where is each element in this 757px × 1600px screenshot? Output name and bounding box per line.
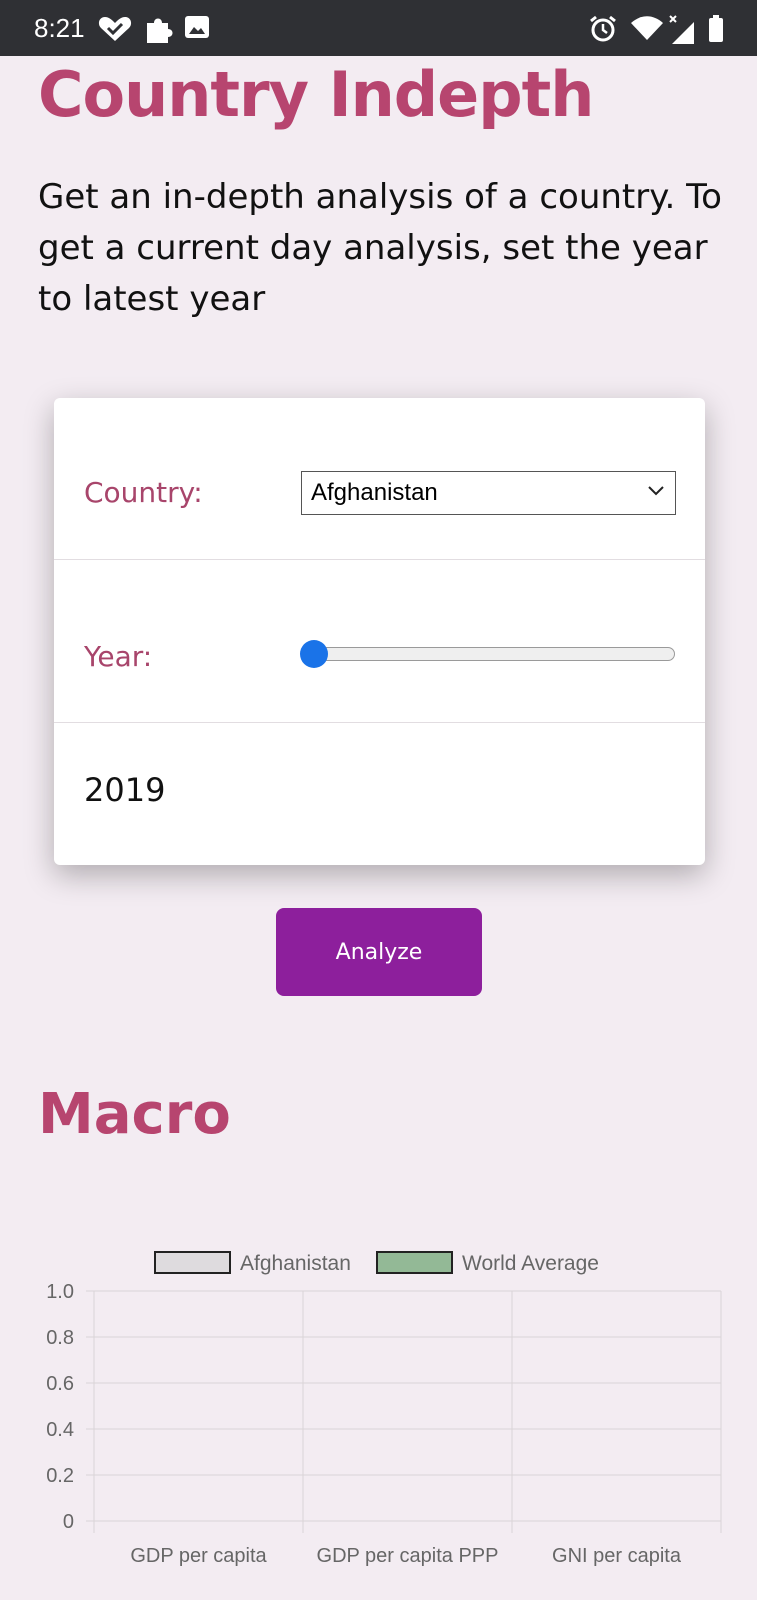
analysis-form-card: Country: Afghanistan Year: 2019 bbox=[54, 398, 705, 865]
year-slider-track[interactable] bbox=[310, 647, 675, 661]
year-label: Year: bbox=[84, 640, 153, 673]
y-tick-label: 0.2 bbox=[46, 1465, 74, 1487]
page-description: Get an in-depth analysis of a country. T… bbox=[38, 177, 722, 319]
year-value: 2019 bbox=[84, 771, 166, 809]
macro-bar-chart: 0 0.2 0.4 0.6 0.8 1.0 GDP per capita GDP per ca… bbox=[46, 1251, 722, 1567]
y-tick-label: 0.6 bbox=[46, 1373, 74, 1395]
y-tick-label: 0 bbox=[63, 1511, 74, 1533]
battery-icon bbox=[709, 15, 723, 42]
x-tick-label: GDP per capita bbox=[130, 1545, 267, 1567]
legend-swatch bbox=[376, 1251, 453, 1274]
analyze-button[interactable]: Analyze bbox=[276, 908, 482, 996]
page-title: Country Indepth bbox=[38, 58, 594, 131]
signal-icon bbox=[669, 15, 694, 44]
puzzle-icon bbox=[147, 18, 173, 43]
status-bar: 8:21 bbox=[0, 0, 757, 56]
y-tick-label: 0.4 bbox=[46, 1419, 74, 1441]
x-tick-label: GDP per capita PPP bbox=[317, 1545, 499, 1567]
image-icon bbox=[185, 16, 209, 38]
country-row: Country: Afghanistan bbox=[54, 398, 705, 560]
country-label: Country: bbox=[84, 476, 203, 509]
wifi-icon bbox=[631, 16, 663, 40]
heart-check-icon bbox=[98, 17, 132, 41]
y-tick-label: 0.8 bbox=[46, 1327, 74, 1349]
section-title-macro: Macro bbox=[38, 1082, 231, 1147]
status-time: 8:21 bbox=[34, 13, 85, 43]
country-select[interactable]: Afghanistan bbox=[301, 471, 676, 515]
x-tick-label: GNI per capita bbox=[552, 1545, 682, 1567]
year-row: Year: bbox=[54, 560, 705, 723]
year-slider-thumb[interactable] bbox=[300, 640, 328, 668]
legend-label: Afghanistan bbox=[240, 1252, 351, 1275]
legend-label: World Average bbox=[462, 1252, 599, 1275]
alarm-icon bbox=[590, 15, 616, 42]
country-select-value: Afghanistan bbox=[311, 479, 438, 506]
legend-swatch bbox=[154, 1251, 231, 1274]
chevron-down-icon bbox=[648, 486, 664, 496]
y-tick-label: 1.0 bbox=[46, 1281, 74, 1303]
